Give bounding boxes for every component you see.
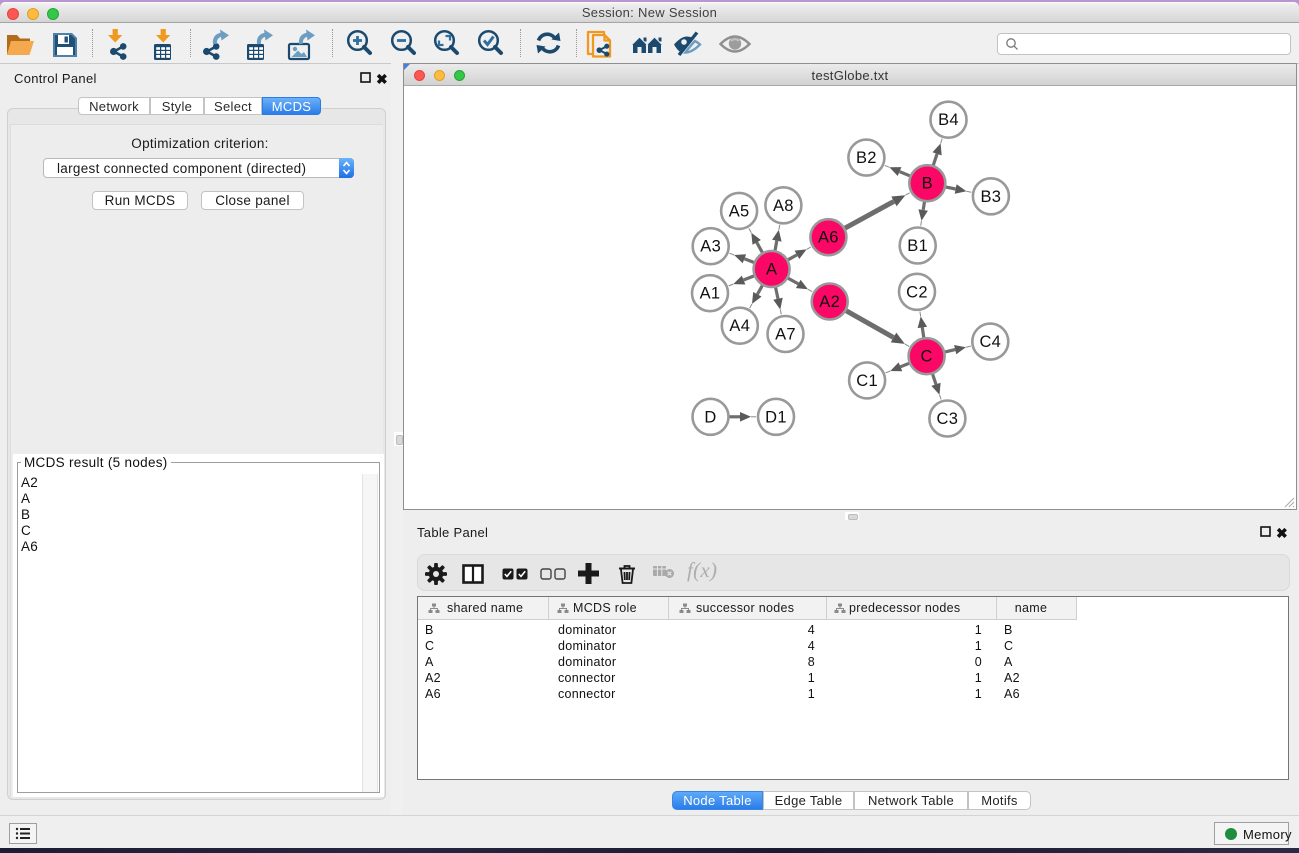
svg-text:A6: A6: [818, 229, 839, 247]
svg-text:C1: C1: [856, 372, 878, 390]
svg-text:A5: A5: [729, 202, 750, 220]
svg-text:A8: A8: [773, 197, 794, 215]
svg-text:B: B: [922, 175, 933, 193]
svg-text:B4: B4: [938, 111, 959, 129]
svg-text:A2: A2: [819, 293, 840, 311]
svg-text:A1: A1: [700, 285, 721, 303]
svg-text:A7: A7: [775, 326, 796, 344]
svg-text:A: A: [766, 261, 777, 279]
svg-text:B2: B2: [856, 149, 877, 167]
svg-text:B1: B1: [907, 237, 928, 255]
svg-text:D: D: [704, 408, 716, 426]
svg-text:D1: D1: [765, 408, 787, 426]
svg-text:C: C: [920, 348, 932, 366]
svg-text:C3: C3: [937, 410, 959, 428]
svg-text:A3: A3: [700, 238, 721, 256]
svg-text:A4: A4: [729, 317, 750, 335]
svg-text:C2: C2: [906, 283, 928, 301]
svg-text:C4: C4: [979, 333, 1001, 351]
svg-text:B3: B3: [981, 188, 1002, 206]
